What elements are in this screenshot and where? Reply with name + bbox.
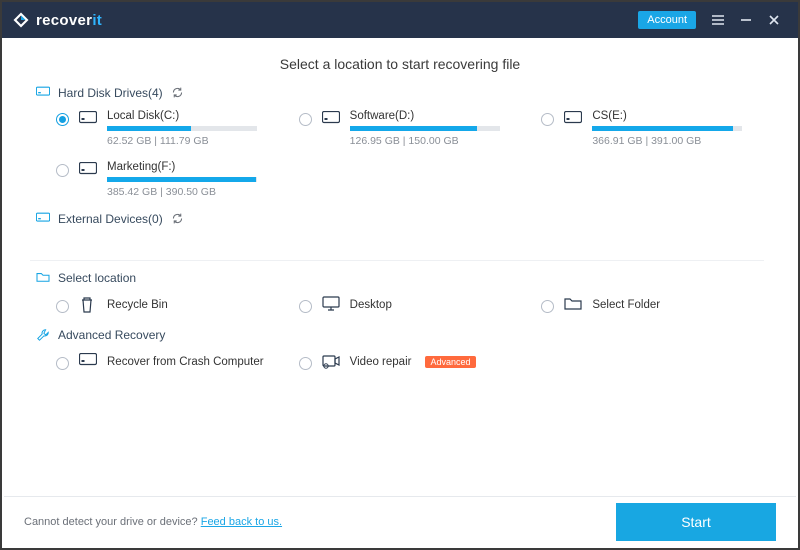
usage-bar — [592, 126, 742, 131]
location-select-folder[interactable]: Select Folder — [541, 295, 764, 314]
hdd-icon — [79, 353, 97, 371]
usage-bar-fill — [592, 126, 733, 131]
radio-button[interactable] — [56, 164, 69, 177]
radio-button[interactable] — [56, 357, 69, 370]
drive-item[interactable]: Local Disk(C:) 62.52 GB | 111.79 GB — [56, 110, 279, 147]
footer-msg: Cannot detect your drive or device? — [24, 516, 201, 528]
hdd-icon — [564, 111, 582, 129]
drive-icon — [36, 212, 50, 226]
radio-button[interactable] — [56, 113, 69, 126]
drive-capacity: 62.52 GB | 111.79 GB — [107, 135, 257, 147]
drive-grid: Local Disk(C:) 62.52 GB | 111.79 GB Soft… — [36, 110, 764, 198]
refresh-icon[interactable] — [171, 86, 185, 100]
logo-text-a: recover — [36, 12, 92, 29]
radio-button[interactable] — [299, 113, 312, 126]
drive-item[interactable]: CS(E:) 366.91 GB | 391.00 GB — [541, 110, 764, 147]
section-label-drives: Hard Disk Drives(4) — [58, 86, 163, 100]
section-select-location: Select location — [36, 271, 764, 285]
trash-icon — [79, 296, 97, 314]
advanced-crash-recover[interactable]: Recover from Crash Computer — [56, 352, 279, 371]
video-repair-icon — [322, 353, 340, 371]
section-hard-disk-drives: Hard Disk Drives(4) — [36, 86, 764, 100]
desktop-icon — [322, 296, 340, 314]
usage-bar — [350, 126, 500, 131]
usage-bar-fill — [107, 177, 256, 182]
app-logo: recoverit — [12, 11, 102, 29]
refresh-icon[interactable] — [171, 212, 185, 226]
radio-button[interactable] — [541, 300, 554, 313]
folder-open-icon — [564, 296, 582, 314]
radio-button[interactable] — [56, 300, 69, 313]
menu-icon[interactable] — [704, 6, 732, 34]
wrench-icon — [36, 328, 50, 342]
location-label: Select Folder — [592, 299, 660, 311]
location-label: Recycle Bin — [107, 299, 168, 311]
logo-icon — [12, 11, 30, 29]
usage-bar — [107, 126, 257, 131]
hdd-icon — [79, 111, 97, 129]
section-label-advanced: Advanced Recovery — [58, 328, 165, 342]
radio-button[interactable] — [299, 357, 312, 370]
section-advanced-recovery: Advanced Recovery — [36, 328, 764, 342]
drive-label: Local Disk(C:) — [107, 110, 257, 122]
drive-capacity: 126.95 GB | 150.00 GB — [350, 135, 500, 147]
section-label-select-location: Select location — [58, 271, 136, 285]
feedback-link[interactable]: Feed back to us. — [201, 516, 282, 528]
location-grid: Recycle Bin Desktop Select Folder — [36, 295, 764, 314]
advanced-label: Video repair — [350, 356, 412, 368]
radio-button[interactable] — [541, 113, 554, 126]
page-title: Select a location to start recovering fi… — [36, 56, 764, 72]
advanced-label: Recover from Crash Computer — [107, 356, 264, 368]
location-recycle-bin[interactable]: Recycle Bin — [56, 295, 279, 314]
usage-bar-fill — [107, 126, 191, 131]
location-desktop[interactable]: Desktop — [299, 295, 522, 314]
location-label: Desktop — [350, 299, 392, 311]
main-area: Select a location to start recovering fi… — [2, 38, 798, 371]
drive-label: Marketing(F:) — [107, 161, 257, 173]
advanced-grid: Recover from Crash Computer Video repair… — [36, 352, 764, 371]
logo-text-b: it — [92, 12, 102, 29]
start-button[interactable]: Start — [616, 503, 776, 541]
titlebar: recoverit Account — [2, 2, 798, 38]
hdd-icon — [322, 111, 340, 129]
account-button[interactable]: Account — [638, 11, 696, 29]
drive-item[interactable]: Marketing(F:) 385.42 GB | 390.50 GB — [56, 161, 279, 198]
close-icon[interactable] — [760, 6, 788, 34]
hdd-icon — [79, 162, 97, 180]
advanced-video-repair[interactable]: Video repair Advanced — [299, 352, 522, 371]
footer: Cannot detect your drive or device? Feed… — [4, 496, 796, 546]
usage-bar — [107, 177, 257, 182]
minimize-icon[interactable] — [732, 6, 760, 34]
drive-capacity: 366.91 GB | 391.00 GB — [592, 135, 742, 147]
drive-label: CS(E:) — [592, 110, 742, 122]
section-label-external: External Devices(0) — [58, 212, 163, 226]
drive-icon — [36, 86, 50, 100]
drive-capacity: 385.42 GB | 390.50 GB — [107, 186, 257, 198]
usage-bar-fill — [350, 126, 478, 131]
section-external-devices: External Devices(0) — [36, 212, 764, 226]
radio-button[interactable] — [299, 300, 312, 313]
drive-item[interactable]: Software(D:) 126.95 GB | 150.00 GB — [299, 110, 522, 147]
advanced-badge: Advanced — [425, 356, 475, 368]
drive-label: Software(D:) — [350, 110, 500, 122]
folder-icon — [36, 271, 50, 285]
footer-text: Cannot detect your drive or device? Feed… — [24, 516, 282, 528]
